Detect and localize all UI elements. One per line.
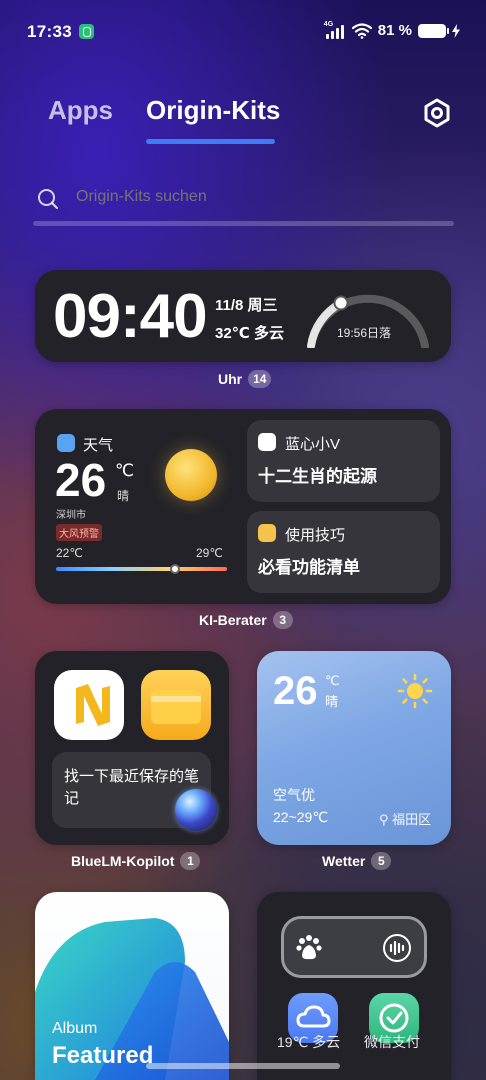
caption-label: BlueLM-Kopilot	[71, 853, 175, 869]
charging-icon	[452, 23, 460, 38]
weather-city: 深圳市	[56, 510, 86, 521]
network-type: 4G	[323, 20, 334, 28]
caption-label: Wetter	[322, 853, 366, 869]
ai-widget-caption: KI-Berater 3	[199, 611, 293, 629]
count-badge: 5	[371, 852, 392, 870]
weather-unit: ℃	[115, 461, 135, 480]
bluelm-copilot-widget[interactable]: 找一下最近保存的笔记	[35, 651, 229, 845]
air-quality: 空气优	[273, 787, 315, 803]
cellular-signal-icon: 4G	[323, 20, 346, 39]
battery-icon	[418, 23, 449, 38]
tips-title: 使用技巧	[285, 527, 346, 544]
clock-weather: 32℃ 多云	[215, 325, 285, 342]
tips-text: 必看功能清单	[258, 558, 360, 577]
weather-app-icon	[57, 434, 75, 452]
tips-card[interactable]: 使用技巧 必看功能清单	[247, 511, 440, 593]
assistant-orb-icon[interactable]	[175, 789, 217, 831]
ai-advisor-widget[interactable]: 天气 26 ℃ 晴 深圳市 大风预警 22℃ 29℃ 蓝心小V 十二生肖的起源 …	[35, 409, 451, 604]
sun-icon	[165, 449, 217, 501]
blue-v-icon	[258, 433, 276, 451]
weather-label: 19℃ 多云	[277, 1034, 341, 1050]
album-label: Album	[52, 1020, 98, 1037]
notes-app-icon[interactable]	[54, 670, 124, 740]
location-pin-icon: ⚲	[379, 812, 389, 827]
search-icon	[38, 189, 59, 210]
album-widget[interactable]: Album Featured	[35, 892, 229, 1080]
wind-warning-badge: 大风预警	[56, 524, 102, 541]
quick-actions-widget[interactable]: 19℃ 多云 微信支付	[257, 892, 451, 1080]
weather-temp: 26	[273, 669, 318, 713]
sun-icon	[397, 673, 433, 709]
wechat-pay-label: 微信支付	[364, 1034, 420, 1050]
temp-low: 22℃	[56, 546, 83, 560]
baidu-paw-icon	[296, 935, 322, 960]
suggestion-title: 蓝心小V	[285, 436, 341, 453]
caption-label: Uhr	[218, 371, 243, 387]
files-app-icon[interactable]	[141, 670, 211, 740]
status-icons: 4G 81 %	[323, 20, 460, 39]
count-badge: 3	[272, 611, 293, 629]
weather-condition: 晴	[325, 694, 339, 709]
temp-range-bar	[56, 567, 227, 571]
notification-app-icon	[79, 24, 94, 39]
baidu-search-pill[interactable]	[281, 916, 427, 978]
temp-range: 22~29℃	[273, 809, 329, 825]
location: ⚲ 福田区	[379, 809, 431, 828]
album-title: Featured	[52, 1042, 154, 1069]
search-input[interactable]	[76, 188, 416, 206]
search-bar[interactable]	[33, 180, 454, 226]
tab-apps[interactable]: Apps	[48, 95, 113, 126]
status-time: 17:33	[27, 22, 72, 41]
weather-title: 天气	[83, 437, 114, 454]
battery-percent: 81 %	[377, 22, 412, 39]
weather-widget-caption: Wetter 5	[322, 852, 392, 870]
temp-high: 29℃	[196, 546, 223, 560]
voice-wave-icon[interactable]	[382, 933, 412, 963]
ai-suggestion-card[interactable]: 蓝心小V 十二生肖的起源	[247, 420, 440, 502]
active-tab-indicator	[146, 139, 275, 144]
clock-widget-caption: Uhr 14	[218, 370, 272, 388]
count-badge: 1	[180, 852, 201, 870]
temp-range-knob	[170, 564, 180, 574]
weather-unit: ℃	[325, 673, 340, 688]
tips-icon	[258, 524, 276, 542]
clock-widget[interactable]: 09:40 11/8 周三 32℃ 多云 19:56日落	[35, 270, 451, 362]
caption-label: KI-Berater	[199, 612, 267, 628]
wifi-icon	[351, 22, 372, 39]
bluelm-widget-caption: BlueLM-Kopilot 1	[71, 852, 201, 870]
clock-time: 09:40	[53, 282, 208, 351]
weather-condition: 晴	[117, 489, 130, 503]
home-indicator[interactable]	[146, 1063, 340, 1069]
sunset-time: 19:56日落	[337, 326, 392, 340]
location-name: 福田区	[392, 812, 432, 827]
clock-date: 11/8 周三	[215, 297, 278, 314]
search-underline	[33, 221, 454, 226]
settings-hexagon-icon[interactable]	[420, 96, 454, 130]
count-badge: 14	[248, 370, 272, 388]
weather-widget[interactable]: 26 ℃ 晴 空气优 22~29℃ ⚲ 福田区	[257, 651, 451, 845]
suggestion-text: 十二生肖的起源	[258, 467, 377, 486]
tab-origin-kits[interactable]: Origin-Kits	[146, 95, 280, 126]
weather-temp: 26	[55, 454, 107, 506]
